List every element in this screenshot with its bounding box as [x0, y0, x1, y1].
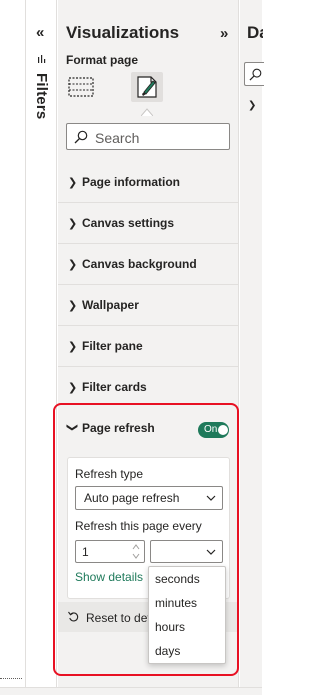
- selected-tab-indicator: [141, 108, 153, 116]
- chevron-right-icon: ❯: [68, 258, 78, 271]
- search-icon: [249, 68, 262, 81]
- section-label: Filter pane: [82, 339, 143, 353]
- section-label: Canvas background: [82, 257, 197, 271]
- format-search-input[interactable]: Search: [66, 123, 230, 150]
- section-filter-cards[interactable]: ❯ Filter cards: [58, 368, 238, 408]
- format-page-label: Format page: [66, 53, 139, 67]
- search-icon: [74, 130, 88, 144]
- canvas-boundary-line: [0, 678, 22, 679]
- bottom-bar: [0, 687, 262, 695]
- power-bi-right-panes: « Filters Visualizations » Format page S…: [0, 0, 264, 695]
- build-visual-icon[interactable]: [68, 75, 94, 99]
- section-filter-pane[interactable]: ❯ Filter pane: [58, 327, 238, 367]
- chevron-right-icon: ❯: [68, 340, 78, 353]
- section-wallpaper[interactable]: ❯ Wallpaper: [58, 286, 238, 326]
- collapse-visualizations-button[interactable]: »: [220, 25, 228, 42]
- chevron-right-icon: ❯: [68, 217, 78, 230]
- section-label: Filter cards: [82, 380, 147, 394]
- report-canvas-edge: [0, 0, 26, 695]
- chevron-right-icon: ❯: [68, 176, 78, 189]
- section-label: Wallpaper: [82, 298, 139, 312]
- section-label: Canvas settings: [82, 216, 175, 230]
- section-page-information[interactable]: ❯ Page information: [58, 163, 238, 203]
- section-label: Page information: [82, 175, 181, 189]
- chevron-right-icon: ❯: [68, 299, 78, 312]
- section-canvas-settings[interactable]: ❯ Canvas settings: [58, 204, 238, 244]
- data-pane: Da ❯: [240, 0, 264, 687]
- filters-expand-button[interactable]: «: [36, 25, 44, 41]
- data-pane-title: Da: [247, 23, 263, 42]
- chevron-right-icon[interactable]: ❯: [248, 100, 256, 111]
- filter-icon: [38, 55, 46, 63]
- data-search-input[interactable]: [244, 62, 264, 86]
- section-canvas-background[interactable]: ❯ Canvas background: [58, 245, 238, 285]
- chevron-right-icon: ❯: [68, 381, 78, 394]
- highlight-box: [53, 403, 239, 676]
- format-page-icon: [137, 76, 157, 98]
- format-page-tab[interactable]: [131, 72, 163, 102]
- search-placeholder: Search: [95, 130, 140, 146]
- visualizations-title: Visualizations: [66, 23, 180, 42]
- filters-pane-label[interactable]: Filters: [33, 73, 50, 119]
